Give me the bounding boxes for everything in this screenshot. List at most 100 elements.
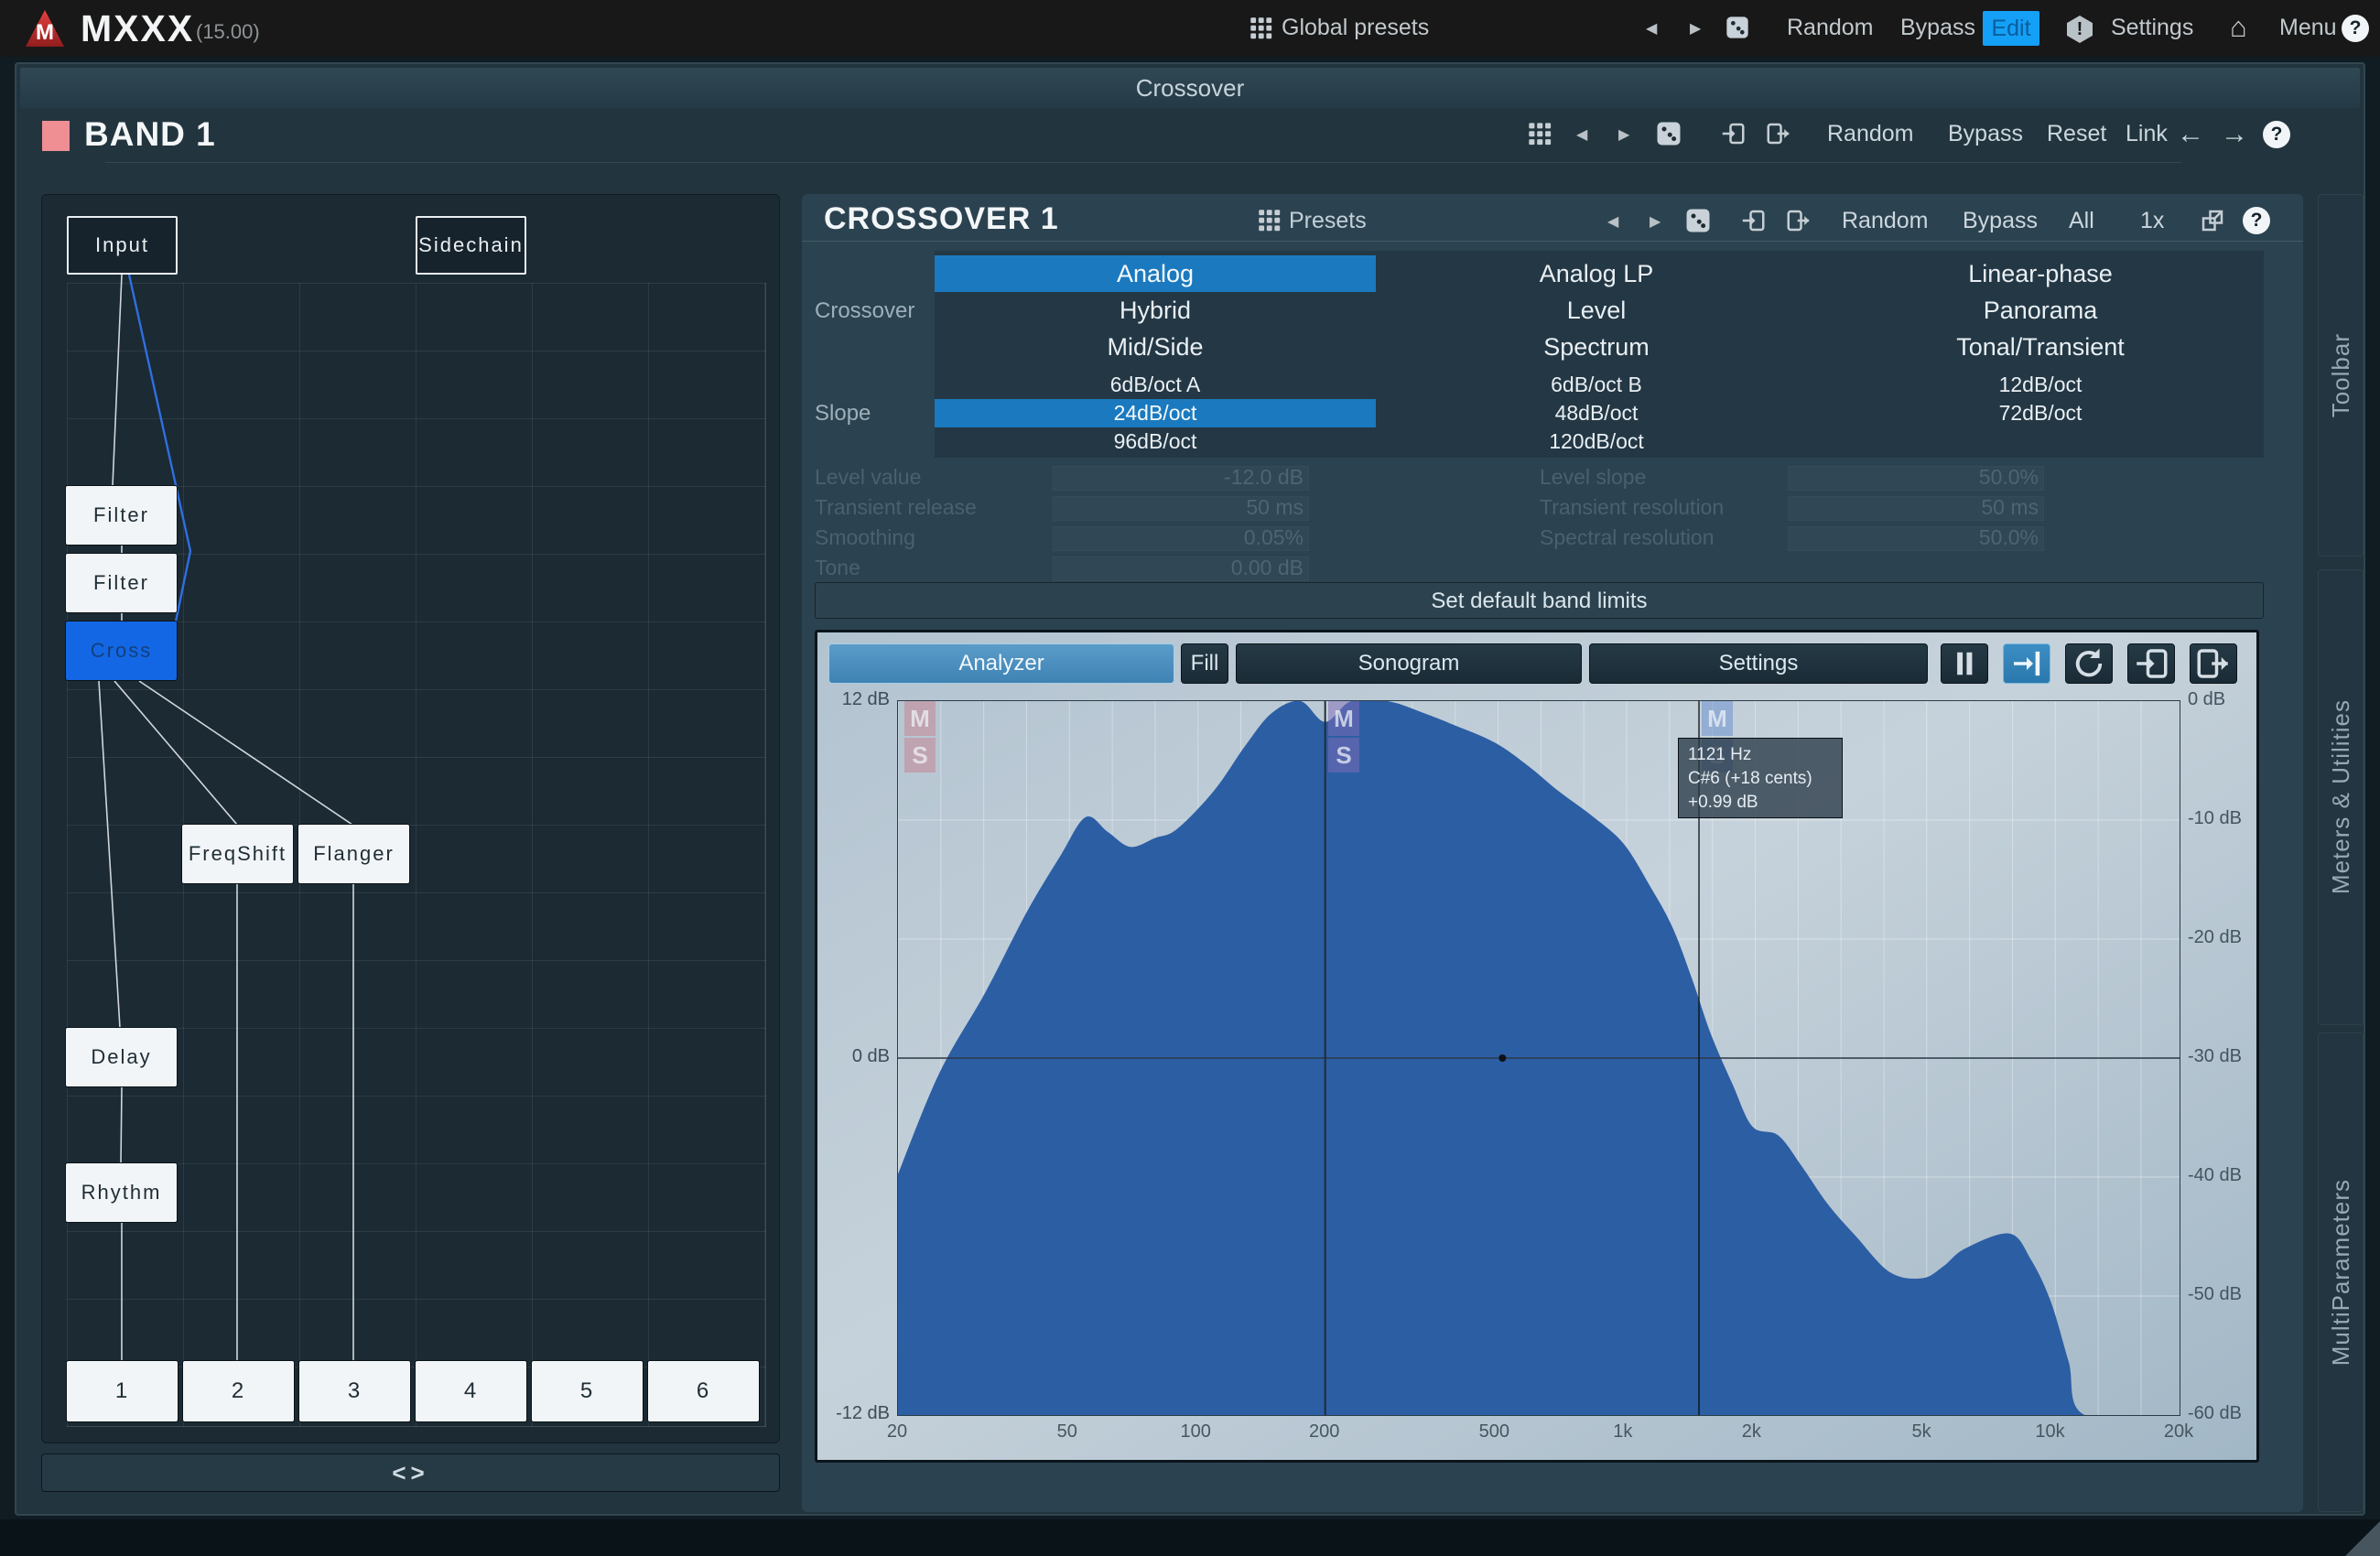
- graph-node-flanger[interactable]: Flanger: [298, 825, 409, 883]
- analyzer-export-icon[interactable]: [2190, 643, 2237, 684]
- routing-grid[interactable]: [67, 283, 766, 1427]
- x-axis-label: 20k: [2142, 1421, 2215, 1443]
- band-prev-icon[interactable]: ◀: [1576, 125, 1587, 144]
- band-export-icon[interactable]: [1765, 120, 1792, 147]
- graph-slot-6[interactable]: 6: [648, 1361, 759, 1421]
- band-next-icon[interactable]: ▶: [1618, 125, 1629, 144]
- slope-option-12db-oct[interactable]: 12dB/oct: [1817, 371, 2264, 399]
- help-icon[interactable]: ?: [2342, 15, 2369, 42]
- graph-slot-2[interactable]: 2: [183, 1361, 294, 1421]
- band-presets-grid-icon[interactable]: [1527, 121, 1552, 146]
- param-label: Transient release: [815, 495, 977, 520]
- tab-sonogram[interactable]: Sonogram: [1236, 643, 1582, 684]
- band-help-icon[interactable]: ?: [2263, 121, 2290, 148]
- band-s-badge[interactable]: S: [904, 738, 936, 773]
- random-button[interactable]: Random: [1787, 15, 1874, 41]
- mxxx-plugin-window: M MXXX (15.00) Global presets ◀ ▶ Random…: [0, 0, 2380, 1556]
- graph-node-cross[interactable]: Cross: [66, 621, 177, 680]
- sidebar-section-multiparameters[interactable]: MultiParameters: [2318, 1032, 2364, 1512]
- spectrum-plot[interactable]: [897, 700, 2180, 1416]
- menu-button[interactable]: Menu: [2279, 15, 2337, 41]
- resize-grip[interactable]: [2345, 1521, 2380, 1556]
- alert-hexagon-icon[interactable]: !: [2067, 16, 2093, 43]
- home-icon[interactable]: ⌂: [2230, 11, 2247, 44]
- graph-node-freqshift[interactable]: FreqShift: [182, 825, 293, 883]
- xp-bypass-button[interactable]: Bypass: [1963, 208, 2038, 234]
- global-presets-button[interactable]: Global presets: [1282, 15, 1429, 41]
- next-preset-icon[interactable]: ▶: [1690, 19, 1701, 38]
- detach-window-icon[interactable]: [2199, 207, 2226, 234]
- graph-slot-5[interactable]: 5: [532, 1361, 643, 1421]
- graph-node-delay[interactable]: Delay: [66, 1028, 177, 1086]
- slope-option-72db-oct[interactable]: 72dB/oct: [1817, 399, 2264, 427]
- pause-button[interactable]: [1941, 643, 1988, 684]
- settings-button[interactable]: Settings: [2111, 15, 2193, 41]
- crossover-option-analog[interactable]: Analog: [935, 255, 1376, 292]
- back-arrow-icon[interactable]: ←: [2177, 119, 2204, 150]
- band-m-badge[interactable]: M: [904, 701, 936, 736]
- band-link-button[interactable]: Link: [2126, 121, 2168, 147]
- graph-slot-3[interactable]: 3: [299, 1361, 410, 1421]
- slope-option-24db-oct[interactable]: 24dB/oct: [935, 399, 1376, 427]
- band-import-icon[interactable]: [1719, 120, 1747, 147]
- presets-grid-icon[interactable]: [1257, 208, 1282, 232]
- crossover-option-panorama[interactable]: Panorama: [1817, 292, 2264, 329]
- graph-slot-4[interactable]: 4: [416, 1361, 526, 1421]
- edit-button[interactable]: Edit: [1983, 11, 2039, 46]
- bottom-bar: [0, 1519, 2380, 1556]
- normalize-button[interactable]: [2003, 643, 2050, 684]
- xp-oversampling-button[interactable]: 1x: [2140, 208, 2164, 234]
- band-random-button[interactable]: Random: [1827, 121, 1914, 147]
- xp-random-button[interactable]: Random: [1842, 208, 1929, 234]
- graph-node-filter[interactable]: Filter: [66, 554, 177, 612]
- slope-option-48db-oct[interactable]: 48dB/oct: [1376, 399, 1817, 427]
- sidebar-section-meters-utilities[interactable]: Meters & Utilities: [2318, 569, 2364, 1025]
- graph-node-sidechain[interactable]: Sidechain: [416, 216, 526, 275]
- crossover-option-analog-lp[interactable]: Analog LP: [1376, 255, 1817, 292]
- tab-settings[interactable]: Settings: [1589, 643, 1928, 684]
- crossover-option-spectrum[interactable]: Spectrum: [1376, 329, 1817, 365]
- band-dice-icon[interactable]: [1655, 120, 1682, 147]
- band-reset-button[interactable]: Reset: [2047, 121, 2106, 147]
- crossover-option-level[interactable]: Level: [1376, 292, 1817, 329]
- bypass-button[interactable]: Bypass: [1900, 15, 1975, 41]
- crossover-option-tonal-transient[interactable]: Tonal/Transient: [1817, 329, 2264, 365]
- xp-prev-icon[interactable]: ◀: [1607, 212, 1618, 231]
- band-m-badge[interactable]: M: [1702, 701, 1733, 736]
- xp-next-icon[interactable]: ▶: [1650, 212, 1661, 231]
- band-color-swatch[interactable]: [42, 121, 70, 151]
- presets-button[interactable]: Presets: [1289, 208, 1367, 234]
- band-m-badge[interactable]: M: [1328, 701, 1359, 736]
- reset-analysis-icon[interactable]: [2065, 643, 2113, 684]
- graph-slot-1[interactable]: 1: [67, 1361, 178, 1421]
- crossover-option-mid-side[interactable]: Mid/Side: [935, 329, 1376, 365]
- graph-node-filter[interactable]: Filter: [66, 486, 177, 545]
- x-axis-label: 10k: [2014, 1421, 2087, 1443]
- graph-node-rhythm[interactable]: Rhythm: [66, 1163, 177, 1222]
- graph-node-input[interactable]: Input: [67, 216, 178, 275]
- set-default-band-limits-button[interactable]: Set default band limits: [815, 582, 2264, 619]
- sidebar-section-toolbar[interactable]: Toolbar: [2318, 194, 2364, 556]
- randomize-dice-icon[interactable]: [1725, 15, 1750, 40]
- slope-option-6db-oct-a[interactable]: 6dB/oct A: [935, 371, 1376, 399]
- crossover-option-hybrid[interactable]: Hybrid: [935, 292, 1376, 329]
- slope-option-96db-oct[interactable]: 96dB/oct: [935, 427, 1376, 456]
- xp-export-icon[interactable]: [1785, 207, 1812, 234]
- xp-dice-icon[interactable]: [1684, 207, 1712, 234]
- param-label: Level slope: [1540, 465, 1646, 490]
- prev-preset-icon[interactable]: ◀: [1646, 19, 1657, 38]
- band-bypass-button[interactable]: Bypass: [1948, 121, 2023, 147]
- param-value: 0.00 dB: [1053, 556, 1304, 580]
- tab-analyzer[interactable]: Analyzer: [828, 643, 1174, 684]
- xp-help-icon[interactable]: ?: [2243, 207, 2270, 234]
- forward-arrow-icon[interactable]: →: [2221, 119, 2248, 150]
- slope-option-120db-oct[interactable]: 120dB/oct: [1376, 427, 1817, 456]
- analyzer-import-icon[interactable]: [2127, 643, 2175, 684]
- tab-fill[interactable]: Fill: [1181, 643, 1228, 684]
- xp-all-button[interactable]: All: [2069, 208, 2094, 234]
- graph-scrollbar[interactable]: <>: [41, 1453, 780, 1492]
- crossover-option-linear-phase[interactable]: Linear-phase: [1817, 255, 2264, 292]
- band-s-badge[interactable]: S: [1328, 738, 1359, 773]
- xp-import-icon[interactable]: [1739, 207, 1767, 234]
- slope-option-6db-oct-b[interactable]: 6dB/oct B: [1376, 371, 1817, 399]
